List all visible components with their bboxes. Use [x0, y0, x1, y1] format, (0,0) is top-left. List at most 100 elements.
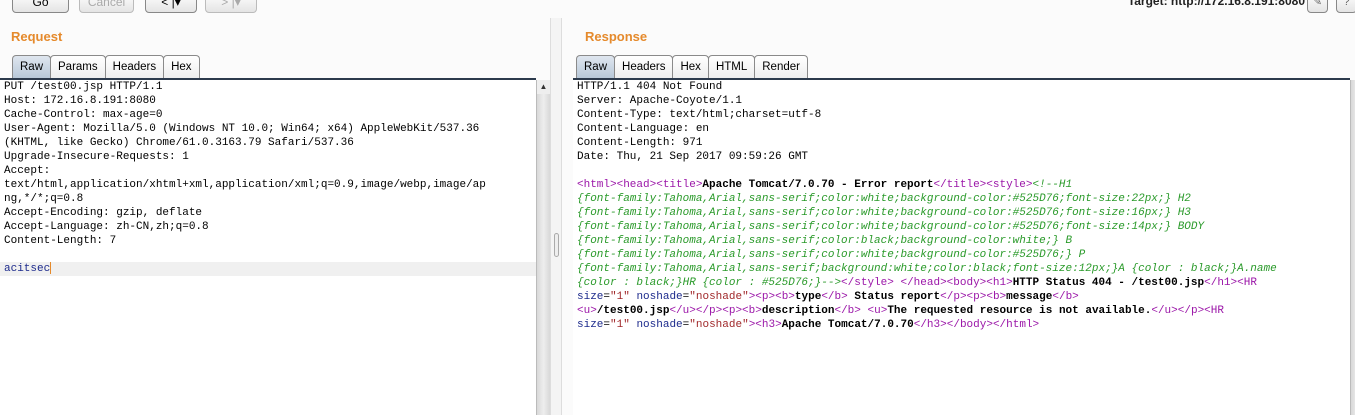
tab-params[interactable]: Params	[50, 55, 106, 78]
pencil-icon[interactable]: ✎	[1307, 0, 1328, 13]
html-tag: </title><style>	[933, 179, 1033, 191]
html-txt: /test00.jsp	[596, 305, 670, 317]
html-cmt: {font-family:Tahoma,Arial,sans-serif;bac…	[577, 263, 1277, 275]
response-text: Content-Length: 971	[577, 137, 703, 149]
request-line: (KHTML, like Gecko) Chrome/61.0.3163.79 …	[0, 136, 536, 150]
html-attr: size	[577, 291, 604, 303]
tab-headers[interactable]: Headers	[614, 55, 674, 78]
request-text: (KHTML, like Gecko) Chrome/61.0.3163.79 …	[4, 137, 354, 149]
scroll-up-icon[interactable]: ▲	[537, 80, 550, 94]
request-text: Content-Length: 7	[4, 235, 117, 247]
html-txt: message	[1006, 291, 1053, 303]
request-body: acitsec	[4, 263, 51, 275]
html-tag: </u></p><p><b>	[669, 305, 762, 317]
html-tag: </u></p><HR	[1151, 305, 1224, 317]
html-attr: size	[577, 319, 604, 331]
tab-hex[interactable]: Hex	[672, 55, 709, 78]
response-body-line: {font-family:Tahoma,Arial,sans-serif;col…	[573, 192, 1350, 206]
go-button[interactable]: Go	[12, 0, 69, 13]
html-tag: <u>	[577, 305, 597, 317]
tab-render[interactable]: Render	[754, 55, 808, 78]
request-line	[0, 248, 536, 262]
response-body-line: <u>/test00.jsp</u></p><p><b>description<…	[573, 304, 1350, 318]
response-header-line: Content-Type: text/html;charset=utf-8	[573, 108, 1350, 122]
request-text: Accept-Language: zh-CN,zh;q=0.8	[4, 221, 209, 233]
html-txt: The requested resource is not available.	[887, 305, 1152, 317]
html-pl	[861, 305, 868, 317]
html-cmt: {font-family:Tahoma,Arial,sans-serif;col…	[577, 193, 1191, 205]
request-text: PUT /test00.jsp HTTP/1.1	[4, 81, 163, 93]
html-txt: Apache Tomcat/7.0.70	[781, 319, 914, 331]
back-button[interactable]: < |▾	[145, 0, 197, 13]
html-cmt: <!--H1	[1032, 179, 1073, 191]
html-cmt: {font-family:Tahoma,Arial,sans-serif;col…	[577, 249, 1086, 261]
forward-button[interactable]: > |▾	[205, 0, 257, 13]
response-text: Content-Language: en	[577, 123, 710, 135]
tab-hex[interactable]: Hex	[163, 55, 200, 78]
request-line: PUT /test00.jsp HTTP/1.1	[0, 80, 536, 94]
response-body-line: size="1" noshade="noshade"><p><b>type</b…	[573, 290, 1350, 304]
response-tabs: Raw Headers Hex HTML Render	[576, 55, 808, 78]
request-text: ng,*/*;q=0.8	[4, 193, 84, 205]
tab-raw[interactable]: Raw	[576, 55, 616, 78]
html-tag: </b>	[834, 305, 861, 317]
html-tag: <u>	[867, 305, 888, 317]
html-tag: </h3></body></html>	[913, 319, 1040, 331]
help-icon[interactable]: ?	[1336, 0, 1355, 13]
request-text: Accept:	[4, 165, 51, 177]
request-line: Cache-Control: max-age=0	[0, 108, 536, 122]
response-editor[interactable]: HTTP/1.1 404 Not Found Server: Apache-Coy…	[573, 78, 1350, 415]
response-body-line: size="1" noshade="noshade"><h3>Apache To…	[573, 318, 1350, 332]
html-val: "noshade"	[689, 291, 749, 303]
response-header-line: Date: Thu, 21 Sep 2017 09:59:26 GMT	[573, 150, 1350, 164]
request-line: Accept-Encoding: gzip, deflate	[0, 206, 536, 220]
response-header-line: HTTP/1.1 404 Not Found	[573, 80, 1350, 94]
response-body-line: {color : black;}HR {color : #525D76;}-->…	[573, 276, 1350, 290]
html-cmt: {font-family:Tahoma,Arial,sans-serif;col…	[577, 235, 1073, 247]
html-val: "1"	[610, 319, 630, 331]
target-label[interactable]: Target: http://172.16.8.191:8080	[1128, 0, 1305, 8]
html-attr: noshade	[636, 319, 683, 331]
html-cmt: {font-family:Tahoma,Arial,sans-serif;col…	[577, 207, 1191, 219]
response-header-line: Content-Language: en	[573, 122, 1350, 136]
request-line: acitsec	[0, 262, 536, 276]
tab-headers[interactable]: Headers	[104, 55, 165, 78]
response-body-line: <html><head><title>Apache Tomcat/7.0.70 …	[573, 178, 1350, 192]
response-text: Content-Type: text/html;charset=utf-8	[577, 109, 822, 121]
html-tag: ><h3>	[748, 319, 782, 331]
split-divider[interactable]	[550, 18, 562, 415]
request-line: Upgrade-Insecure-Requests: 1	[0, 150, 536, 164]
html-tag: </style>	[841, 277, 894, 289]
html-tag: <html><head><title>	[577, 179, 703, 191]
response-header-line	[573, 164, 1350, 178]
text-cursor	[50, 262, 52, 275]
html-val: "1"	[610, 291, 630, 303]
request-scrollbar[interactable]: ▲	[536, 80, 550, 415]
tab-raw[interactable]: Raw	[12, 55, 52, 78]
response-body-line: {font-family:Tahoma,Arial,sans-serif;col…	[573, 248, 1350, 262]
html-tag: ><p><b>	[748, 291, 795, 303]
request-text: User-Agent: Mozilla/5.0 (Windows NT 10.0…	[4, 123, 480, 135]
request-editor[interactable]: PUT /test00.jsp HTTP/1.1 Host: 172.16.8.1…	[0, 78, 536, 415]
grip-icon	[554, 233, 559, 257]
html-tag: </head><body><h1>	[900, 277, 1013, 289]
cancel-button[interactable]: Cancel	[79, 0, 134, 13]
tab-html[interactable]: HTML	[707, 55, 756, 78]
response-header-line: Content-Length: 971	[573, 136, 1350, 150]
html-val: "noshade"	[689, 319, 749, 331]
request-tabs: Raw Params Headers Hex	[12, 55, 200, 78]
request-line: Content-Length: 7	[0, 234, 536, 248]
response-body-line: {font-family:Tahoma,Arial,sans-serif;col…	[573, 206, 1350, 220]
request-text: Accept-Encoding: gzip, deflate	[4, 207, 203, 219]
response-scrollbar[interactable]	[1350, 80, 1355, 415]
html-cmt: {color : black;}HR {color : #525D76;}-->	[577, 277, 842, 289]
request-title: Request	[11, 29, 63, 44]
request-line: Host: 172.16.8.191:8080	[0, 94, 536, 108]
html-tag: </h1><HR	[1204, 277, 1257, 289]
html-txt: type	[794, 291, 822, 303]
html-tag: </b>	[821, 291, 848, 303]
response-header-line: Server: Apache-Coyote/1.1	[573, 94, 1350, 108]
response-body-line: {font-family:Tahoma,Arial,sans-serif;bac…	[573, 262, 1350, 276]
response-body-line: {font-family:Tahoma,Arial,sans-serif;col…	[573, 220, 1350, 234]
request-line: Accept-Language: zh-CN,zh;q=0.8	[0, 220, 536, 234]
